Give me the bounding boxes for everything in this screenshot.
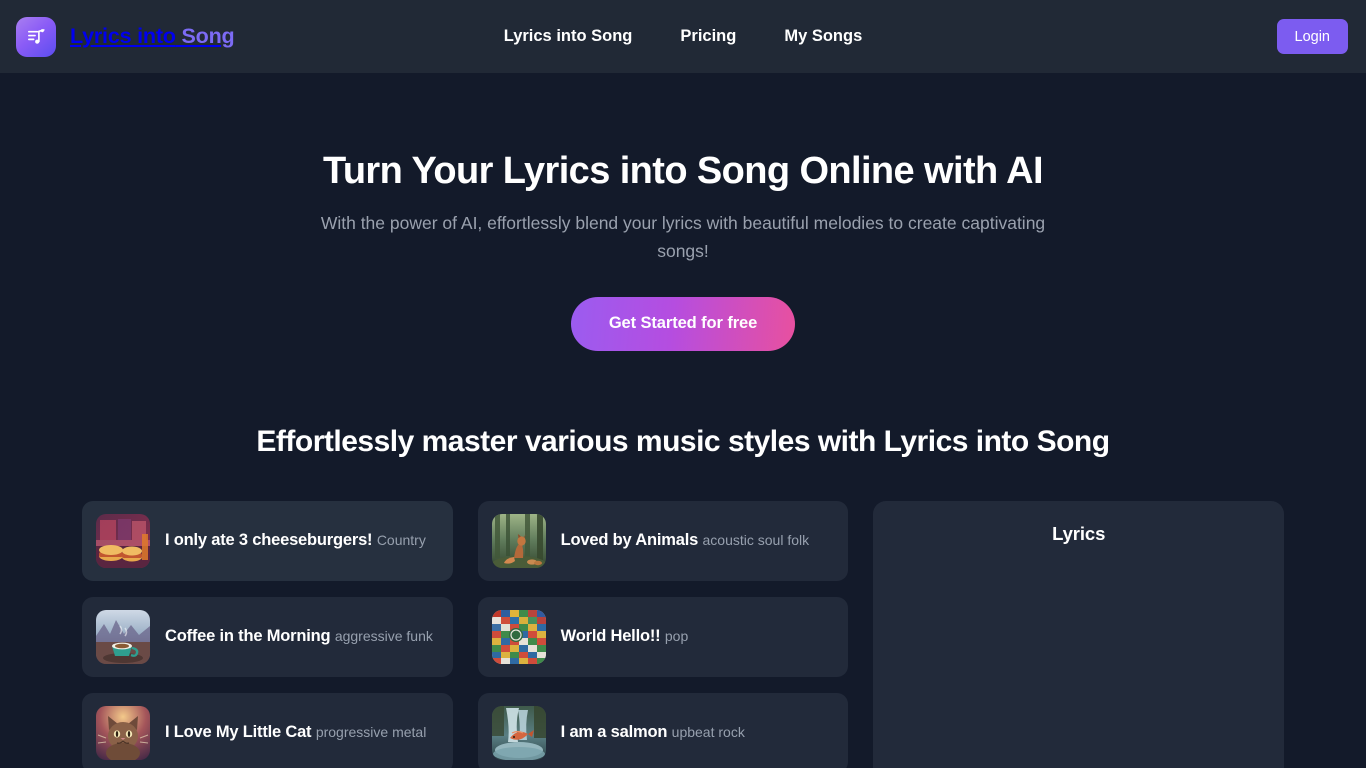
- song-meta: World Hello!! pop: [561, 625, 689, 647]
- song-meta: Coffee in the Morning aggressive funk: [165, 625, 433, 647]
- song-column-right: Loved by Animals acoustic soul folk Worl…: [477, 500, 849, 768]
- page-title: Turn Your Lyrics into Song Online with A…: [323, 150, 1044, 192]
- song-genre: aggressive funk: [334, 628, 433, 645]
- song-card[interactable]: I Love My Little Cat progressive metal: [82, 692, 453, 768]
- nav-item-my-songs[interactable]: My Songs: [784, 27, 862, 46]
- song-card[interactable]: World Hello!! pop: [477, 596, 849, 677]
- brand-name: Lyrics into Song: [70, 24, 235, 49]
- song-title: World Hello!!: [560, 627, 661, 646]
- showcase-section-title: Effortlessly master various music styles…: [256, 424, 1110, 458]
- song-card[interactable]: Loved by Animals acoustic soul folk: [477, 500, 849, 581]
- lyrics-textarea[interactable]: [893, 556, 1265, 768]
- song-card[interactable]: Coffee in the Morning aggressive funk: [82, 596, 453, 677]
- song-genre: progressive metal: [315, 724, 427, 741]
- song-title: I am a salmon: [560, 723, 668, 742]
- get-started-button[interactable]: Get Started for free: [570, 296, 796, 351]
- song-meta: Loved by Animals acoustic soul folk: [561, 529, 809, 551]
- forest-fox-thumbnail: [491, 513, 546, 568]
- coffee-cup-city-thumbnail: [96, 609, 150, 664]
- login-button[interactable]: Login: [1276, 19, 1348, 54]
- site-header: Lyrics into Song Lyrics into Song Pricin…: [0, 0, 1366, 73]
- hero-section: Turn Your Lyrics into Song Online with A…: [0, 73, 1366, 351]
- song-genre: pop: [664, 628, 689, 645]
- lyrics-panel-heading: Lyrics: [1052, 522, 1106, 544]
- brand-name-accent: Song: [181, 24, 235, 48]
- song-meta: I Love My Little Cat progressive metal: [165, 721, 426, 743]
- song-title: Loved by Animals: [560, 531, 699, 550]
- song-card[interactable]: I only ate 3 cheeseburgers! Country: [82, 500, 453, 581]
- showcase-grid: I only ate 3 cheeseburgers! Country Coff…: [0, 500, 1366, 768]
- music-note-lines-icon: [16, 16, 56, 57]
- lyrics-panel: Lyrics: [873, 500, 1285, 768]
- brand-name-primary: Lyrics into: [70, 24, 176, 48]
- world-flags-thumbnail: [491, 609, 546, 664]
- song-title: I Love My Little Cat: [165, 723, 312, 742]
- song-title: I only ate 3 cheeseburgers!: [165, 531, 373, 550]
- diner-burgers-thumbnail: [96, 513, 150, 568]
- song-title: Coffee in the Morning: [165, 627, 331, 646]
- song-meta: I only ate 3 cheeseburgers! Country: [165, 529, 426, 551]
- cat-portrait-thumbnail: [96, 705, 150, 760]
- song-genre: upbeat rock: [671, 724, 745, 741]
- cta-container: Get Started for free: [0, 296, 1366, 351]
- brand-home-link[interactable]: Lyrics into Song: [16, 16, 235, 57]
- song-card[interactable]: I am a salmon upbeat rock: [477, 692, 849, 768]
- hero-subtitle: With the power of AI, effortlessly blend…: [320, 212, 1046, 261]
- song-meta: I am a salmon upbeat rock: [561, 721, 745, 743]
- main-navigation: Lyrics into Song Pricing My Songs: [504, 27, 863, 46]
- song-column-left: I only ate 3 cheeseburgers! Country Coff…: [82, 500, 453, 768]
- nav-item-pricing[interactable]: Pricing: [680, 27, 736, 46]
- nav-item-lyrics-into-song[interactable]: Lyrics into Song: [504, 27, 633, 46]
- song-genre: acoustic soul folk: [702, 532, 810, 549]
- salmon-waterfall-thumbnail: [491, 705, 546, 760]
- song-genre: Country: [376, 532, 426, 549]
